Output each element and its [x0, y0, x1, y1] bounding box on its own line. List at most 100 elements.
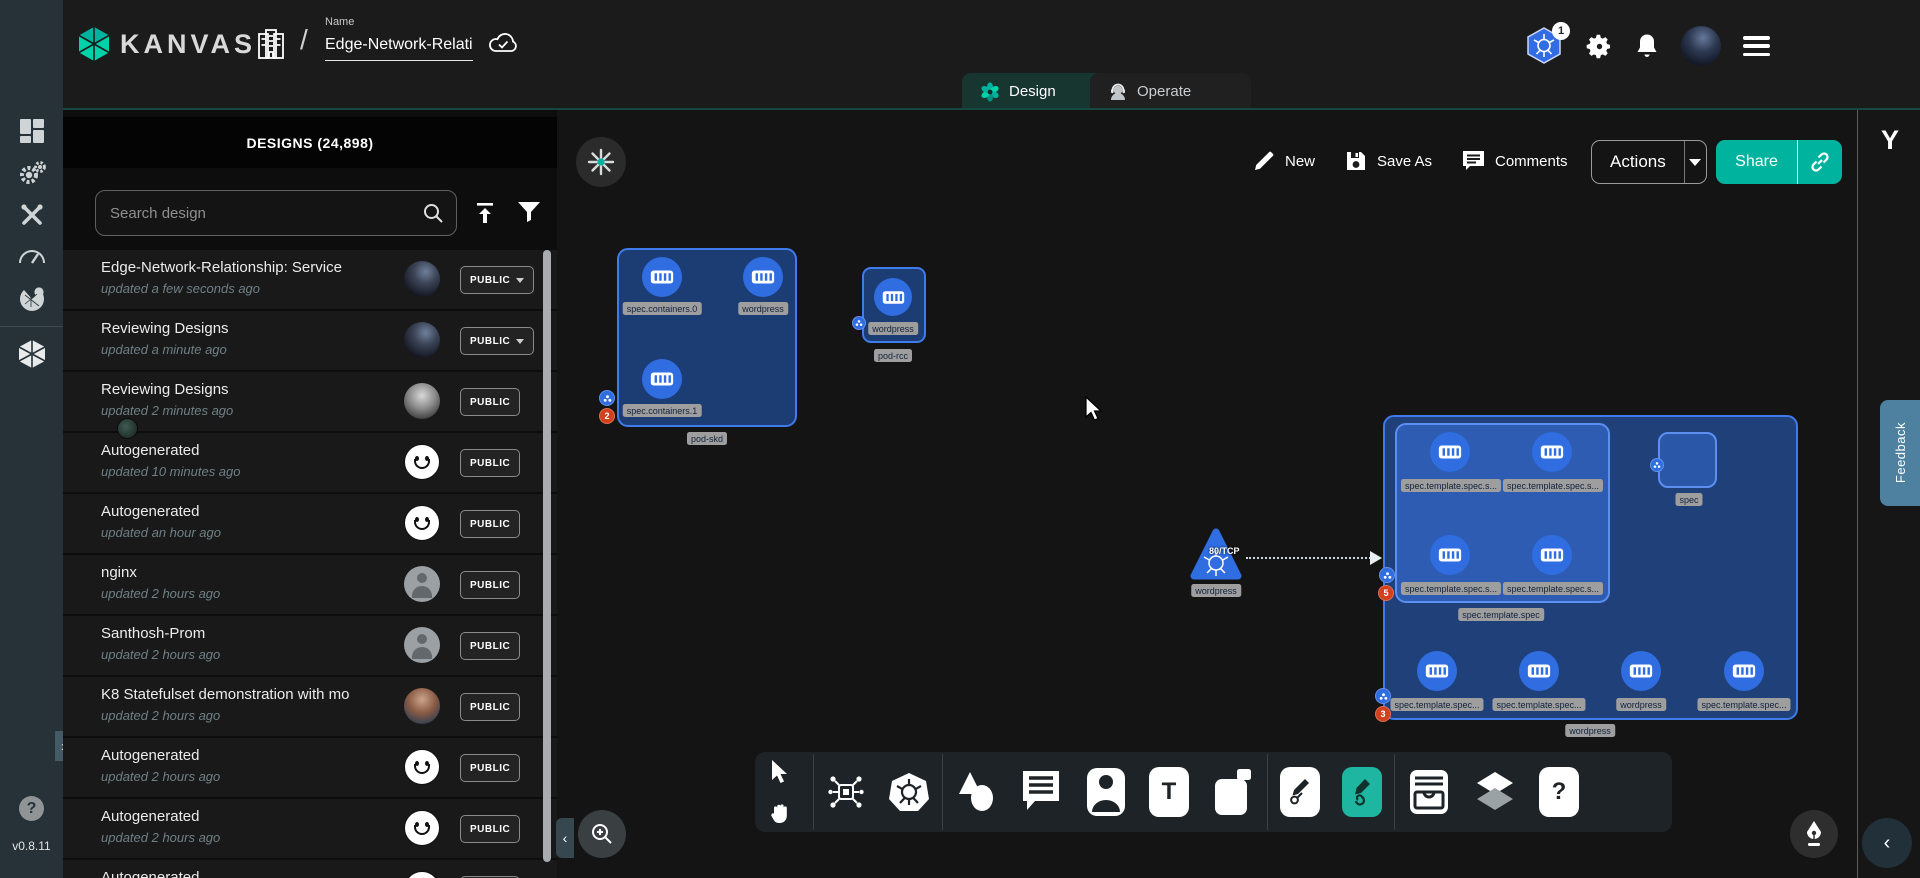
template-container-3[interactable]: [1532, 535, 1572, 575]
visibility-badge[interactable]: PUBLIC: [460, 327, 534, 355]
design-row[interactable]: Autogenerated updated an hour ago PUBLIC: [63, 494, 557, 553]
node-container-spec-containers-0[interactable]: [642, 257, 682, 297]
help-button[interactable]: ?: [19, 796, 44, 821]
deployment-kube-badge[interactable]: [1375, 688, 1391, 704]
sidebar-item-kanvas[interactable]: [0, 333, 63, 375]
text-tool[interactable]: T: [1149, 767, 1189, 817]
brand-wordmark: KANVAS: [120, 29, 256, 60]
annotation-comment-tool[interactable]: [1019, 769, 1063, 815]
template-container-2[interactable]: [1430, 535, 1470, 575]
design-row[interactable]: Edge-Network-Relationship: Service updat…: [63, 250, 557, 309]
meshery-loader-button[interactable]: [576, 137, 626, 187]
visibility-badge[interactable]: PUBLIC: [460, 693, 520, 721]
design-row[interactable]: Santhosh-Prom updated 2 hours ago PUBLIC: [63, 616, 557, 675]
media-tool[interactable]: [1085, 766, 1127, 818]
shapes-tool[interactable]: [955, 770, 997, 814]
filter-button[interactable]: [517, 201, 541, 223]
design-row[interactable]: nginx updated 2 hours ago PUBLIC: [63, 555, 557, 614]
sidebar-item-extensions[interactable]: [0, 278, 63, 320]
design-search[interactable]: [95, 190, 457, 236]
sidebar-item-configuration[interactable]: [0, 194, 63, 236]
pod-skd-error-badge[interactable]: 2: [599, 408, 615, 424]
right-panel-toggle[interactable]: ‹: [1862, 818, 1912, 868]
copy-link-button[interactable]: [1797, 140, 1842, 184]
new-label: New: [1285, 153, 1315, 170]
save-as-label: Save As: [1377, 153, 1432, 170]
list-scrollbar[interactable]: [543, 250, 551, 862]
sidebar-item-lifecycle[interactable]: [0, 152, 63, 194]
save-as-button[interactable]: Save As: [1345, 138, 1432, 184]
comments-button[interactable]: Comments: [1462, 138, 1568, 184]
pod-skd-kube-badge[interactable]: [599, 390, 615, 406]
template-error-badge[interactable]: 5: [1378, 585, 1394, 601]
design-row[interactable]: Reviewing Designs updated a minute ago P…: [63, 311, 557, 370]
node-pod-template[interactable]: [1395, 423, 1610, 603]
menu-button[interactable]: [1743, 36, 1770, 56]
design-row[interactable]: Autogenerated PUBLIC: [63, 860, 557, 878]
search-input[interactable]: [108, 204, 422, 223]
kanvas-brand[interactable]: KANVAS: [78, 26, 256, 62]
import-sort-button[interactable]: [473, 201, 497, 225]
node-container-spec-containers-1[interactable]: [642, 359, 682, 399]
actions-button[interactable]: Actions: [1591, 140, 1707, 184]
deployment-error-badge[interactable]: 3: [1375, 706, 1391, 722]
sidebar-item-performance[interactable]: [0, 236, 63, 278]
user-avatar[interactable]: [1681, 26, 1721, 66]
drawing-mode-button[interactable]: [1790, 810, 1838, 858]
template-container-1[interactable]: [1532, 432, 1572, 472]
kubernetes-context-button[interactable]: 1: [1526, 26, 1564, 66]
visibility-badge[interactable]: PUBLIC: [460, 449, 520, 477]
visibility-badge[interactable]: PUBLIC: [460, 815, 520, 843]
new-design-button[interactable]: New: [1253, 138, 1315, 184]
panel-collapse-handle[interactable]: ‹: [556, 818, 574, 858]
edge-service-to-deployment[interactable]: [1246, 557, 1374, 559]
design-row[interactable]: K8 Statefulset demonstration with mo upd…: [63, 677, 557, 736]
extension-logo[interactable]: Y: [1874, 122, 1906, 158]
design-row[interactable]: Autogenerated updated 10 minutes ago PUB…: [63, 433, 557, 492]
deploy-container-1[interactable]: [1519, 651, 1559, 691]
node-container-wordpress[interactable]: [743, 257, 783, 297]
note-tool[interactable]: [1211, 767, 1255, 817]
kubernetes-components-tool[interactable]: [888, 771, 930, 813]
tab-operate[interactable]: Operate: [1090, 73, 1251, 110]
node-container-wordpress-rcc[interactable]: [874, 278, 912, 316]
design-row[interactable]: Autogenerated updated 2 hours ago PUBLIC: [63, 738, 557, 797]
settings-button[interactable]: [1586, 33, 1613, 60]
visibility-badge[interactable]: PUBLIC: [460, 266, 534, 294]
sidebar-item-dashboard[interactable]: [0, 110, 63, 152]
visibility-badge[interactable]: PUBLIC: [460, 388, 520, 416]
spec-kube-badge[interactable]: [1650, 458, 1664, 472]
visibility-badge[interactable]: PUBLIC: [460, 754, 520, 782]
dock-help-tool[interactable]: ?: [1539, 767, 1579, 817]
deploy-container-3[interactable]: [1724, 651, 1764, 691]
template-kube-badge[interactable]: [1379, 567, 1395, 583]
deploy-container-0[interactable]: [1417, 651, 1457, 691]
pen-tool[interactable]: [1280, 767, 1320, 817]
notifications-button[interactable]: [1635, 33, 1659, 60]
visibility-badge[interactable]: PUBLIC: [460, 571, 520, 599]
cloud-sync-icon[interactable]: [488, 31, 518, 55]
design-name-input[interactable]: [325, 34, 473, 61]
node-spec[interactable]: [1658, 432, 1717, 488]
design-row[interactable]: Autogenerated updated 2 hours ago PUBLIC: [63, 799, 557, 858]
visibility-badge[interactable]: PUBLIC: [460, 510, 520, 538]
template-container-0[interactable]: [1430, 432, 1470, 472]
deploy-container-2[interactable]: [1621, 651, 1661, 691]
mesh-components-tool[interactable]: [826, 772, 866, 812]
doodle-tool-active[interactable]: [1342, 767, 1382, 817]
layers-tool[interactable]: [1473, 770, 1517, 814]
organization-icon[interactable]: [256, 28, 286, 60]
pod-rcc-kube-badge[interactable]: [852, 316, 866, 330]
canvas-dock: T: [755, 752, 1672, 832]
pan-tool[interactable]: [769, 803, 791, 825]
edge-port-label: 80/TCP: [1209, 546, 1240, 556]
zoom-button[interactable]: [578, 810, 626, 858]
visibility-badge[interactable]: PUBLIC: [460, 632, 520, 660]
design-row[interactable]: Reviewing Designs updated 2 minutes ago …: [63, 372, 557, 431]
feedback-tab[interactable]: Feedback: [1880, 400, 1920, 506]
design-name-label: Name: [325, 16, 475, 28]
select-tool[interactable]: [769, 759, 791, 785]
actions-caret-button[interactable]: [1684, 141, 1706, 183]
share-button[interactable]: Share: [1716, 140, 1842, 184]
catalog-drawer-tool[interactable]: [1407, 768, 1451, 816]
